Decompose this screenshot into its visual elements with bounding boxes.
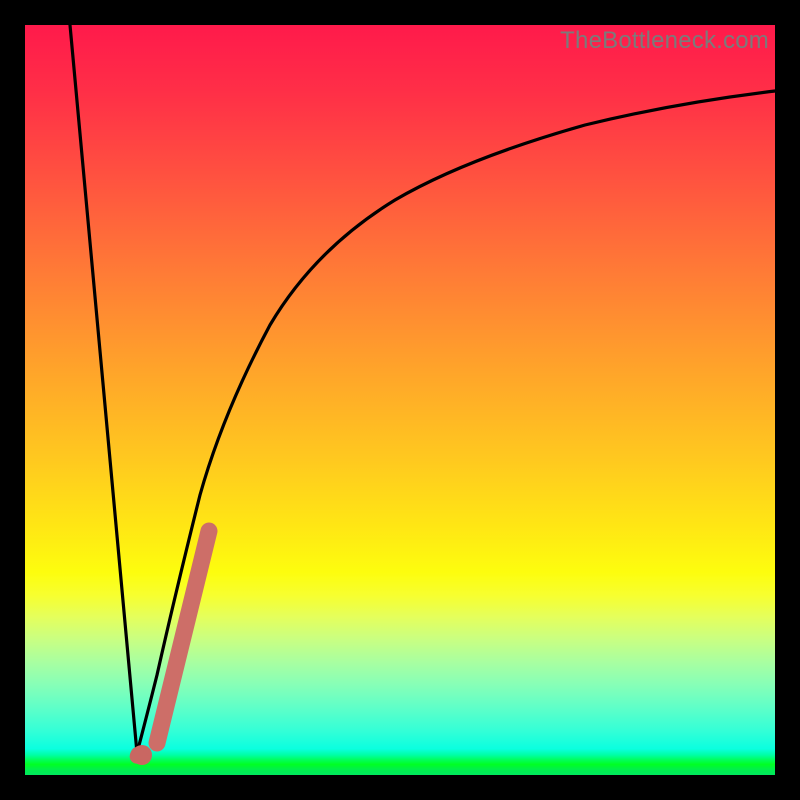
curve-left-branch bbox=[70, 25, 137, 753]
curve-layer bbox=[25, 25, 775, 775]
curve-right-branch bbox=[137, 91, 775, 753]
trough-hook bbox=[136, 753, 142, 758]
chart-frame: TheBottleneck.com bbox=[0, 0, 800, 800]
plot-area: TheBottleneck.com bbox=[25, 25, 775, 775]
